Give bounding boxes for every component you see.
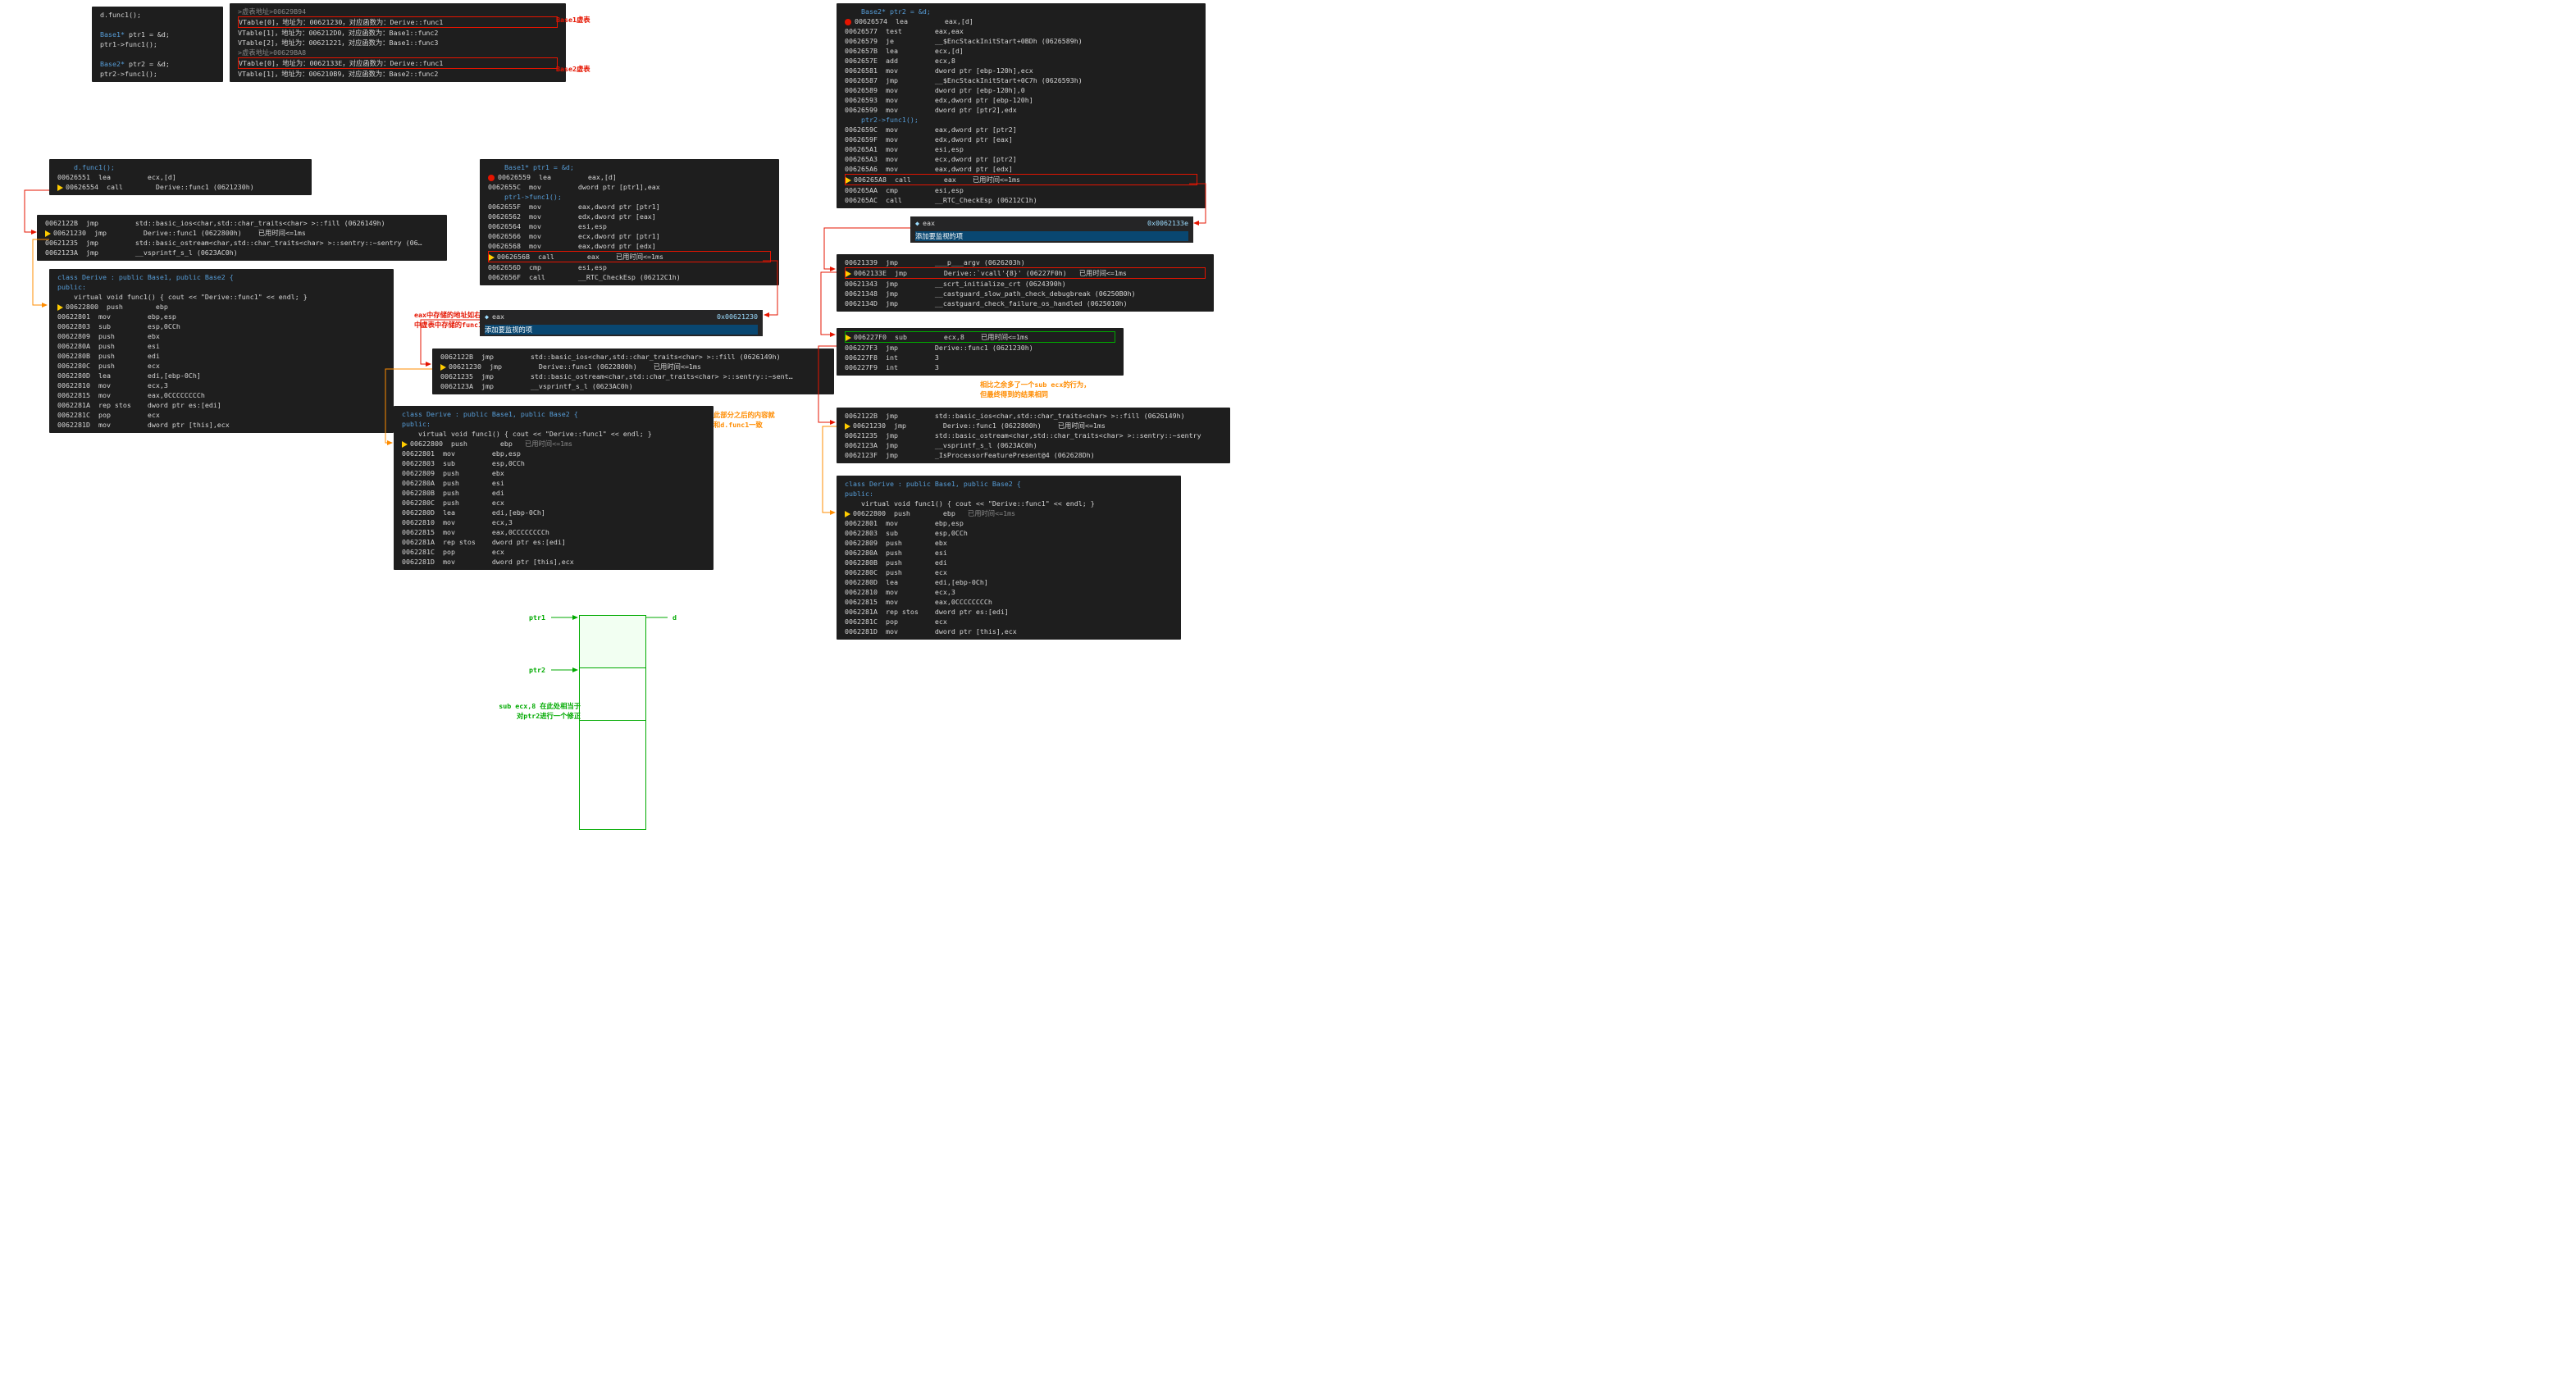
breakpoint-icon[interactable] bbox=[488, 175, 495, 181]
disasm-dfunc1-call: d.func1(); 00626551 lea ecx,[d] 00626554… bbox=[49, 159, 312, 195]
disasm-dfunc1-body: class Derive : public Base1, public Base… bbox=[49, 269, 394, 433]
current-line-icon bbox=[402, 441, 408, 448]
vtable-label: Base1虚表 bbox=[556, 15, 590, 25]
src-line: ptr2->func1(); bbox=[100, 69, 215, 79]
disasm-ptr2-jmp2: 0062122B jmp std::basic_ios<char,std::ch… bbox=[837, 408, 1230, 463]
watch-window[interactable]: ◆eax 0x00621230 添加要监视的项 bbox=[480, 310, 763, 336]
disasm-ptr1-body: class Derive : public Base1, public Base… bbox=[394, 406, 714, 570]
mem-note-subecx: sub ecx,8 在此处相当于 对ptr2进行一个修正 bbox=[449, 701, 581, 721]
note-same-as-d: 此部分之后的内容就 和d.func1一致 bbox=[714, 410, 837, 430]
breakpoint-icon[interactable] bbox=[845, 19, 851, 25]
current-line-icon bbox=[45, 230, 51, 237]
vtable-label: Base2虚表 bbox=[556, 64, 590, 74]
watch-add-placeholder[interactable]: 添加要监视的项 bbox=[485, 325, 758, 335]
disasm-ptr1-call: Base1* ptr1 = &d; 00626559 lea eax,[d] 0… bbox=[480, 159, 779, 285]
current-line-icon bbox=[57, 184, 63, 191]
disasm-dfunc1-jmp: 0062122B jmp std::basic_ios<char,std::ch… bbox=[37, 215, 447, 261]
mem-label-d: d bbox=[672, 613, 677, 622]
vtable-dump: >虚表地址>00629B94 VTable[0]，地址为：00621230，对应… bbox=[230, 3, 566, 82]
src-line: d.func1(); bbox=[100, 10, 215, 20]
watch-name: eax bbox=[923, 218, 935, 228]
current-line-icon bbox=[846, 271, 851, 277]
current-line-icon bbox=[846, 335, 851, 341]
current-line-icon bbox=[440, 364, 446, 371]
watch-icon: ◆ bbox=[485, 312, 489, 321]
disasm-ptr2-jmp1: 00621339 jmp ___p___argv (0626203h) 0062… bbox=[837, 254, 1214, 312]
watch-icon: ◆ bbox=[915, 218, 919, 228]
watch-name: eax bbox=[492, 312, 504, 321]
disasm-ptr1-jmp: 0062122B jmp std::basic_ios<char,std::ch… bbox=[432, 348, 834, 394]
watch-value: 0x0062133e bbox=[1147, 218, 1188, 228]
memory-layout-d bbox=[579, 615, 646, 830]
current-line-icon bbox=[57, 304, 63, 311]
disasm-ptr2-call: Base2* ptr2 = &d; 00626574 lea eax,[d] 0… bbox=[837, 3, 1206, 208]
mem-label-ptr2: ptr2 bbox=[529, 666, 545, 674]
current-line-icon bbox=[846, 177, 851, 184]
note-sub-ecx: 相比之余多了一个sub ecx的行为， 但最终得到的结果相同 bbox=[980, 380, 1201, 399]
watch-add-placeholder[interactable]: 添加要监视的项 bbox=[915, 231, 1188, 241]
canvas: { "source": { "l1": "d.func1();", "l2": … bbox=[0, 0, 1288, 869]
current-line-icon bbox=[489, 254, 495, 261]
disasm-ptr2-body: class Derive : public Base1, public Base… bbox=[837, 476, 1181, 640]
watch-value: 0x00621230 bbox=[717, 312, 758, 321]
current-line-icon bbox=[845, 423, 850, 430]
current-line-icon bbox=[845, 511, 850, 517]
mem-label-ptr1: ptr1 bbox=[529, 613, 545, 622]
watch-window[interactable]: ◆ eax 0x0062133e 添加要监视的项 bbox=[910, 216, 1193, 243]
vtable-entry: VTable[0]，地址为：0062133E，对应函数为：Derive::fun… bbox=[238, 57, 558, 69]
disasm-ptr2-vcall: 006227F0 sub ecx,8 已用时间<=1ms 006227F3 jm… bbox=[837, 328, 1124, 376]
src-line: ptr1->func1(); bbox=[100, 39, 215, 49]
vtable-entry: VTable[0]，地址为：00621230，对应函数为：Derive::fun… bbox=[238, 16, 558, 28]
vtable-header: >虚表地址>00629B94 bbox=[238, 7, 558, 16]
source-snippet: d.func1(); Base1* ptr1 = &d; ptr1->func1… bbox=[92, 7, 223, 82]
